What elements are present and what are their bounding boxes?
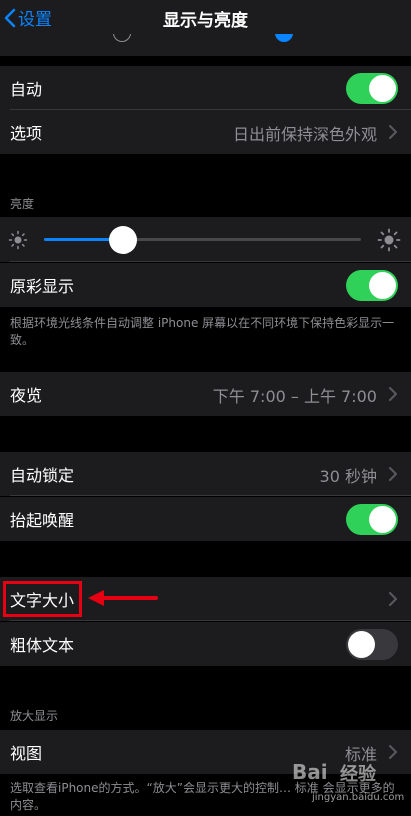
toggle-knob xyxy=(369,272,396,299)
navigation-bar: 设置 显示与亮度 xyxy=(0,0,411,34)
auto-toggle[interactable] xyxy=(346,73,398,104)
watermark-name: 经验 xyxy=(340,764,376,785)
slider-thumb[interactable] xyxy=(109,226,138,254)
night-shift-row[interactable]: 夜览 下午 7:00 – 上午 7:00 xyxy=(0,372,411,416)
options-value: 日出前保持深色外观 xyxy=(232,125,377,144)
dark-mode-radio[interactable] xyxy=(275,34,293,42)
appearance-selector xyxy=(0,34,411,56)
auto-lock-label: 自动锁定 xyxy=(10,466,75,485)
light-mode-radio[interactable] xyxy=(113,34,131,42)
bold-text-row: 粗体文本 xyxy=(0,622,411,666)
divider xyxy=(10,620,411,621)
night-shift-label: 夜览 xyxy=(10,386,43,405)
true-tone-label: 原彩显示 xyxy=(10,277,75,296)
page-title: 显示与亮度 xyxy=(163,11,248,31)
divider xyxy=(10,495,411,496)
watermark-url: jingyan.baidu.com xyxy=(312,792,405,803)
baidu-watermark: Bai 经验 jingyan.baidu.com xyxy=(292,760,404,810)
brightness-header: 亮度 xyxy=(10,197,35,211)
brightness-slider[interactable] xyxy=(44,238,361,241)
options-row[interactable]: 选项 日出前保持深色外观 xyxy=(0,110,411,154)
display-zoom-header: 放大显示 xyxy=(10,709,59,723)
view-label: 视图 xyxy=(10,744,43,763)
auto-label: 自动 xyxy=(10,80,43,99)
auto-row: 自动 xyxy=(0,66,411,110)
true-tone-toggle[interactable] xyxy=(346,270,398,301)
chevron-right-icon xyxy=(389,592,397,606)
true-tone-row: 原彩显示 xyxy=(0,263,411,307)
raise-to-wake-label: 抬起唤醒 xyxy=(10,511,75,530)
annotation-arrow-icon xyxy=(88,590,158,606)
sun-small-icon xyxy=(8,230,28,250)
bold-text-label: 粗体文本 xyxy=(10,636,75,655)
night-shift-value: 下午 7:00 – 上午 7:00 xyxy=(212,387,377,406)
chevron-right-icon xyxy=(389,467,397,481)
chevron-right-icon xyxy=(389,745,397,759)
bold-text-toggle[interactable] xyxy=(346,629,398,660)
sun-large-icon xyxy=(377,228,401,252)
true-tone-footer: 根据环境光线条件自动调整 iPhone 屏幕以在不同环境下保持色彩显示一致。 xyxy=(10,316,395,347)
toggle-knob xyxy=(369,75,396,102)
toggle-knob xyxy=(369,506,396,533)
raise-to-wake-row: 抬起唤醒 xyxy=(0,497,411,541)
options-label: 选项 xyxy=(10,124,43,143)
annotation-highlight-box xyxy=(3,581,82,617)
chevron-right-icon xyxy=(389,387,397,401)
chevron-right-icon xyxy=(389,125,397,139)
brightness-slider-row xyxy=(0,217,411,262)
toggle-knob xyxy=(348,631,375,658)
divider xyxy=(10,261,411,262)
raise-to-wake-toggle[interactable] xyxy=(346,504,398,535)
watermark-brand: Bai xyxy=(292,760,328,784)
auto-lock-value: 30 秒钟 xyxy=(319,467,377,486)
auto-lock-row[interactable]: 自动锁定 30 秒钟 xyxy=(0,452,411,496)
